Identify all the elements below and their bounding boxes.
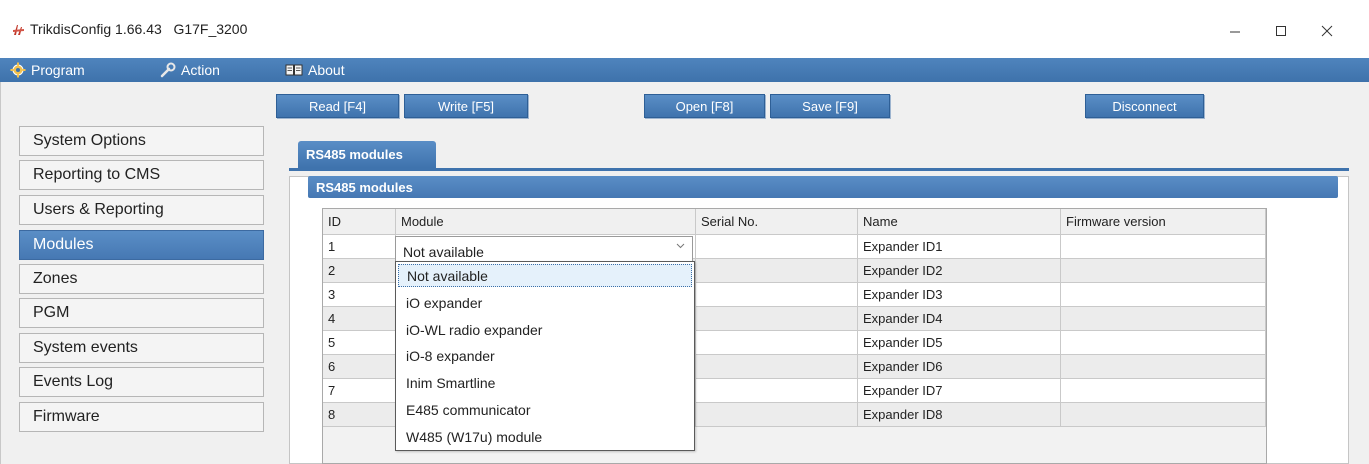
table-cell-serial[interactable]	[696, 379, 858, 403]
table-cell-name[interactable]: Expander ID5	[858, 331, 1061, 355]
sidebar-item-modules[interactable]: Modules	[19, 230, 264, 260]
table-cell-firmware[interactable]	[1061, 259, 1266, 283]
sidebar-item-zones[interactable]: Zones	[19, 264, 264, 294]
sidebar-item-reporting-to-cms[interactable]: Reporting to CMS	[19, 160, 264, 190]
minimize-button[interactable]	[1212, 14, 1258, 48]
write-button[interactable]: Write [F5]	[404, 94, 528, 118]
table-cell-name[interactable]: Expander ID8	[858, 403, 1061, 427]
menu-action-label: Action	[181, 62, 220, 78]
menu-program-label: Program	[31, 62, 85, 78]
table-cell-id[interactable]: 4	[323, 307, 396, 331]
table-cell-name[interactable]: Expander ID6	[858, 355, 1061, 379]
dropdown-option[interactable]: iO-8 expander	[398, 344, 692, 367]
table-cell-serial[interactable]	[696, 259, 858, 283]
table-cell-id[interactable]: 3	[323, 283, 396, 307]
sidebar-item-system-options[interactable]: System Options	[19, 126, 264, 156]
sidebar-item-pgm[interactable]: PGM	[19, 298, 264, 328]
sidebar-item-events-log[interactable]: Events Log	[19, 367, 264, 397]
table-cell-name[interactable]: Expander ID4	[858, 307, 1061, 331]
menu-program[interactable]: Program	[10, 58, 85, 82]
book-icon	[285, 63, 303, 77]
sidebar-item-firmware[interactable]: Firmware	[19, 402, 264, 432]
table-cell-serial[interactable]	[696, 235, 858, 259]
tab-underline	[289, 168, 1349, 171]
menu-about-label: About	[308, 62, 345, 78]
sidebar-item-users-reporting[interactable]: Users & Reporting	[19, 195, 264, 225]
title-bar: TrikdisConfig 1.66.43 G17F_3200	[0, 0, 1369, 58]
table-cell-id[interactable]: 2	[323, 259, 396, 283]
disconnect-button[interactable]: Disconnect	[1085, 94, 1204, 118]
table-cell-name[interactable]: Expander ID2	[858, 259, 1061, 283]
module-select-value: Not available	[403, 244, 484, 260]
table-cell-serial[interactable]	[696, 283, 858, 307]
table-cell-name[interactable]: Expander ID1	[858, 235, 1061, 259]
table-cell-serial[interactable]	[696, 355, 858, 379]
dropdown-option[interactable]: Inim Smartline	[398, 371, 692, 394]
table-cell-firmware[interactable]	[1061, 235, 1266, 259]
app-logo-icon	[13, 25, 24, 35]
gear-icon	[10, 62, 26, 78]
table-cell-firmware[interactable]	[1061, 403, 1266, 427]
table-cell-serial[interactable]	[696, 307, 858, 331]
minimize-icon	[1230, 31, 1240, 33]
read-button[interactable]: Read [F4]	[276, 94, 399, 118]
group-title: RS485 modules	[308, 176, 1338, 198]
table-cell-id[interactable]: 6	[323, 355, 396, 379]
column-header-module[interactable]: Module	[396, 209, 696, 235]
close-button[interactable]	[1304, 14, 1350, 48]
maximize-button[interactable]	[1258, 14, 1304, 48]
sidebar-item-system-events[interactable]: System events	[19, 333, 264, 363]
table-cell-firmware[interactable]	[1061, 331, 1266, 355]
table-cell-id[interactable]: 7	[323, 379, 396, 403]
wrench-icon	[160, 62, 176, 78]
chevron-down-icon	[676, 243, 685, 249]
table-cell-id[interactable]: 5	[323, 331, 396, 355]
table-cell-firmware[interactable]	[1061, 379, 1266, 403]
table-cell-id[interactable]: 8	[323, 403, 396, 427]
module-dropdown-list: Not available iO expander iO-WL radio ex…	[395, 261, 695, 451]
column-header-serial[interactable]: Serial No.	[696, 209, 858, 235]
table-cell-firmware[interactable]	[1061, 283, 1266, 307]
menu-bar: Program Action About	[0, 58, 1369, 82]
table-cell-firmware[interactable]	[1061, 307, 1266, 331]
column-header-name[interactable]: Name	[858, 209, 1061, 235]
column-header-id[interactable]: ID	[323, 209, 396, 235]
dropdown-option[interactable]: E485 communicator	[398, 398, 692, 421]
table-cell-serial[interactable]	[696, 403, 858, 427]
close-icon	[1321, 25, 1333, 37]
table-cell-id[interactable]: 1	[323, 235, 396, 259]
window-title: TrikdisConfig 1.66.43 G17F_3200	[30, 21, 248, 37]
dropdown-option[interactable]: iO-WL radio expander	[398, 318, 692, 341]
dropdown-option[interactable]: Not available	[398, 264, 692, 287]
maximize-icon	[1276, 26, 1286, 36]
module-select[interactable]: Not available	[395, 236, 693, 262]
table-cell-name[interactable]: Expander ID3	[858, 283, 1061, 307]
table-cell-firmware[interactable]	[1061, 355, 1266, 379]
dropdown-option[interactable]: iO expander	[398, 291, 692, 314]
save-button[interactable]: Save [F9]	[770, 94, 890, 118]
table-cell-serial[interactable]	[696, 331, 858, 355]
column-header-firmware[interactable]: Firmware version	[1061, 209, 1266, 235]
dropdown-option[interactable]: W485 (W17u) module	[398, 425, 692, 448]
menu-action[interactable]: Action	[160, 58, 220, 82]
menu-about[interactable]: About	[285, 58, 345, 82]
table-cell-name[interactable]: Expander ID7	[858, 379, 1061, 403]
tab-rs485-modules[interactable]: RS485 modules	[298, 141, 436, 168]
open-button[interactable]: Open [F8]	[644, 94, 765, 118]
